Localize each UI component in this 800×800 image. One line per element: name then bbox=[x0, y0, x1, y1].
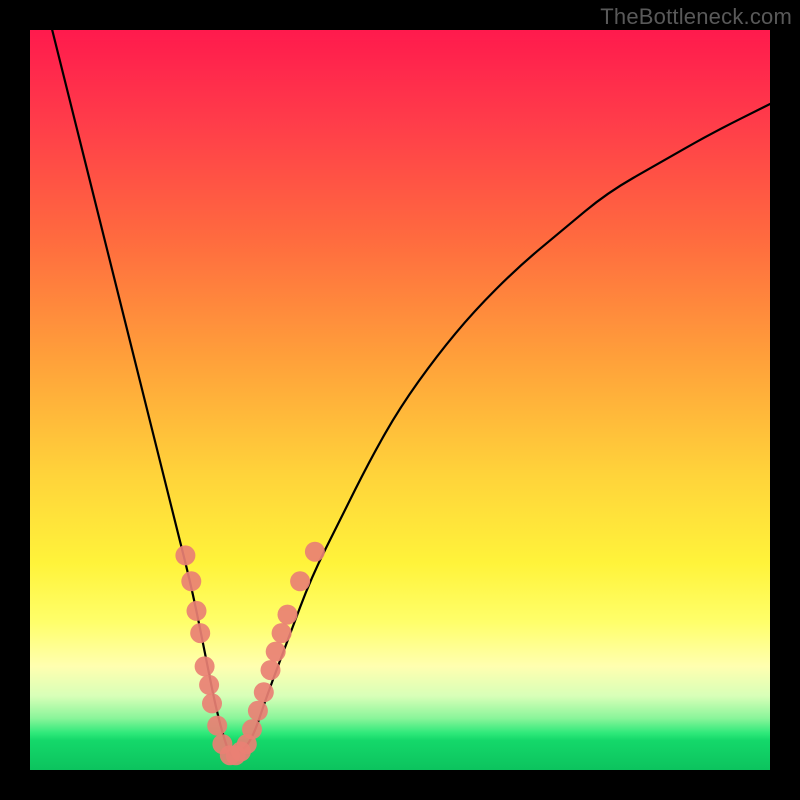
watermark-text: TheBottleneck.com bbox=[600, 4, 792, 30]
chart-background-gradient bbox=[30, 30, 770, 770]
chart-frame bbox=[30, 30, 770, 770]
